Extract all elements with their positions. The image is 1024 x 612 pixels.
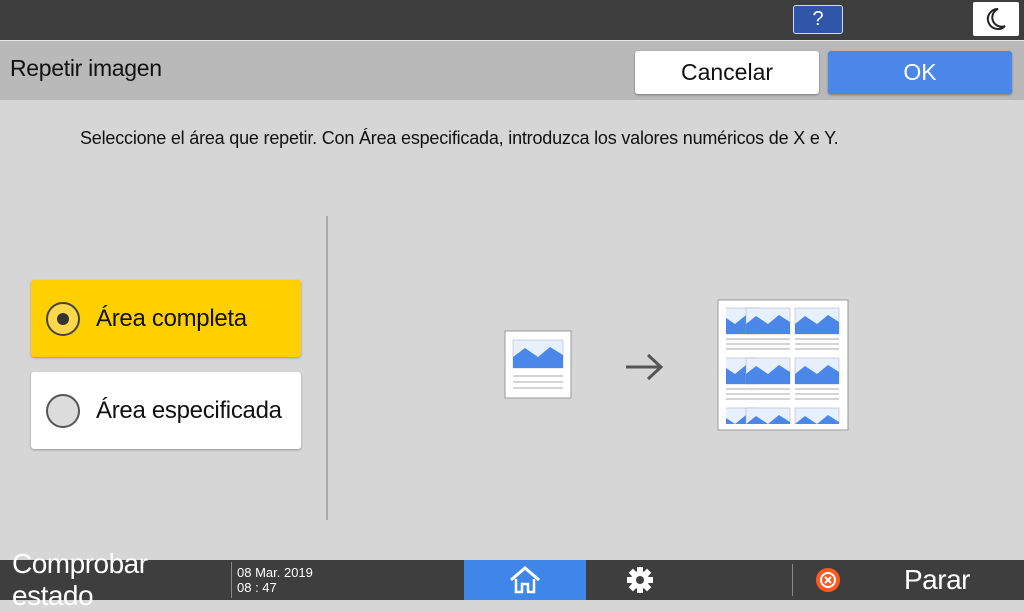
gear-icon: [627, 567, 653, 593]
vertical-divider: [326, 216, 328, 520]
radio-unselected-icon: [46, 393, 80, 428]
repeated-tile: [745, 407, 791, 424]
page-title: Repetir imagen: [10, 55, 162, 81]
footer-separator: [792, 564, 793, 596]
source-page-icon: [504, 330, 572, 399]
option-full-area[interactable]: Área completa: [31, 280, 301, 357]
energy-saver-button[interactable]: [973, 2, 1019, 36]
time-text: 08 : 47: [237, 580, 277, 595]
repeat-image-illustration: [504, 299, 849, 431]
date-text: 08 Mar. 2019: [237, 565, 313, 580]
option-specified-area[interactable]: Área especificada: [31, 372, 301, 449]
ok-button[interactable]: OK: [828, 51, 1012, 94]
home-icon: [510, 566, 540, 594]
check-status-button[interactable]: Comprobar estado: [0, 548, 229, 611]
repeated-page-icon: [717, 299, 849, 431]
stop-icon[interactable]: [815, 567, 841, 593]
home-button[interactable]: [464, 560, 586, 600]
instruction-text: Seleccione el área que repetir. Con Área…: [80, 128, 839, 148]
radio-selected-icon: [46, 301, 80, 336]
repeated-tile: [794, 407, 840, 424]
footer-bar: Comprobar estado 08 Mar. 2019 08 : 47 Pa…: [0, 548, 1024, 611]
option-label: Área completa: [96, 304, 247, 332]
arrow-right-icon: [626, 353, 664, 381]
moon-icon: [986, 7, 1006, 30]
settings-button[interactable]: [589, 560, 691, 600]
stop-button[interactable]: Parar: [904, 560, 970, 600]
help-button[interactable]: ?: [793, 5, 843, 34]
date-time-display: 08 Mar. 2019 08 : 47: [231, 562, 331, 598]
cancel-button[interactable]: Cancelar: [635, 51, 819, 94]
header-bar: Repetir imagen Cancelar OK: [0, 40, 1024, 100]
top-bar: ?: [0, 0, 1024, 40]
option-label: Área especificada: [96, 396, 282, 424]
